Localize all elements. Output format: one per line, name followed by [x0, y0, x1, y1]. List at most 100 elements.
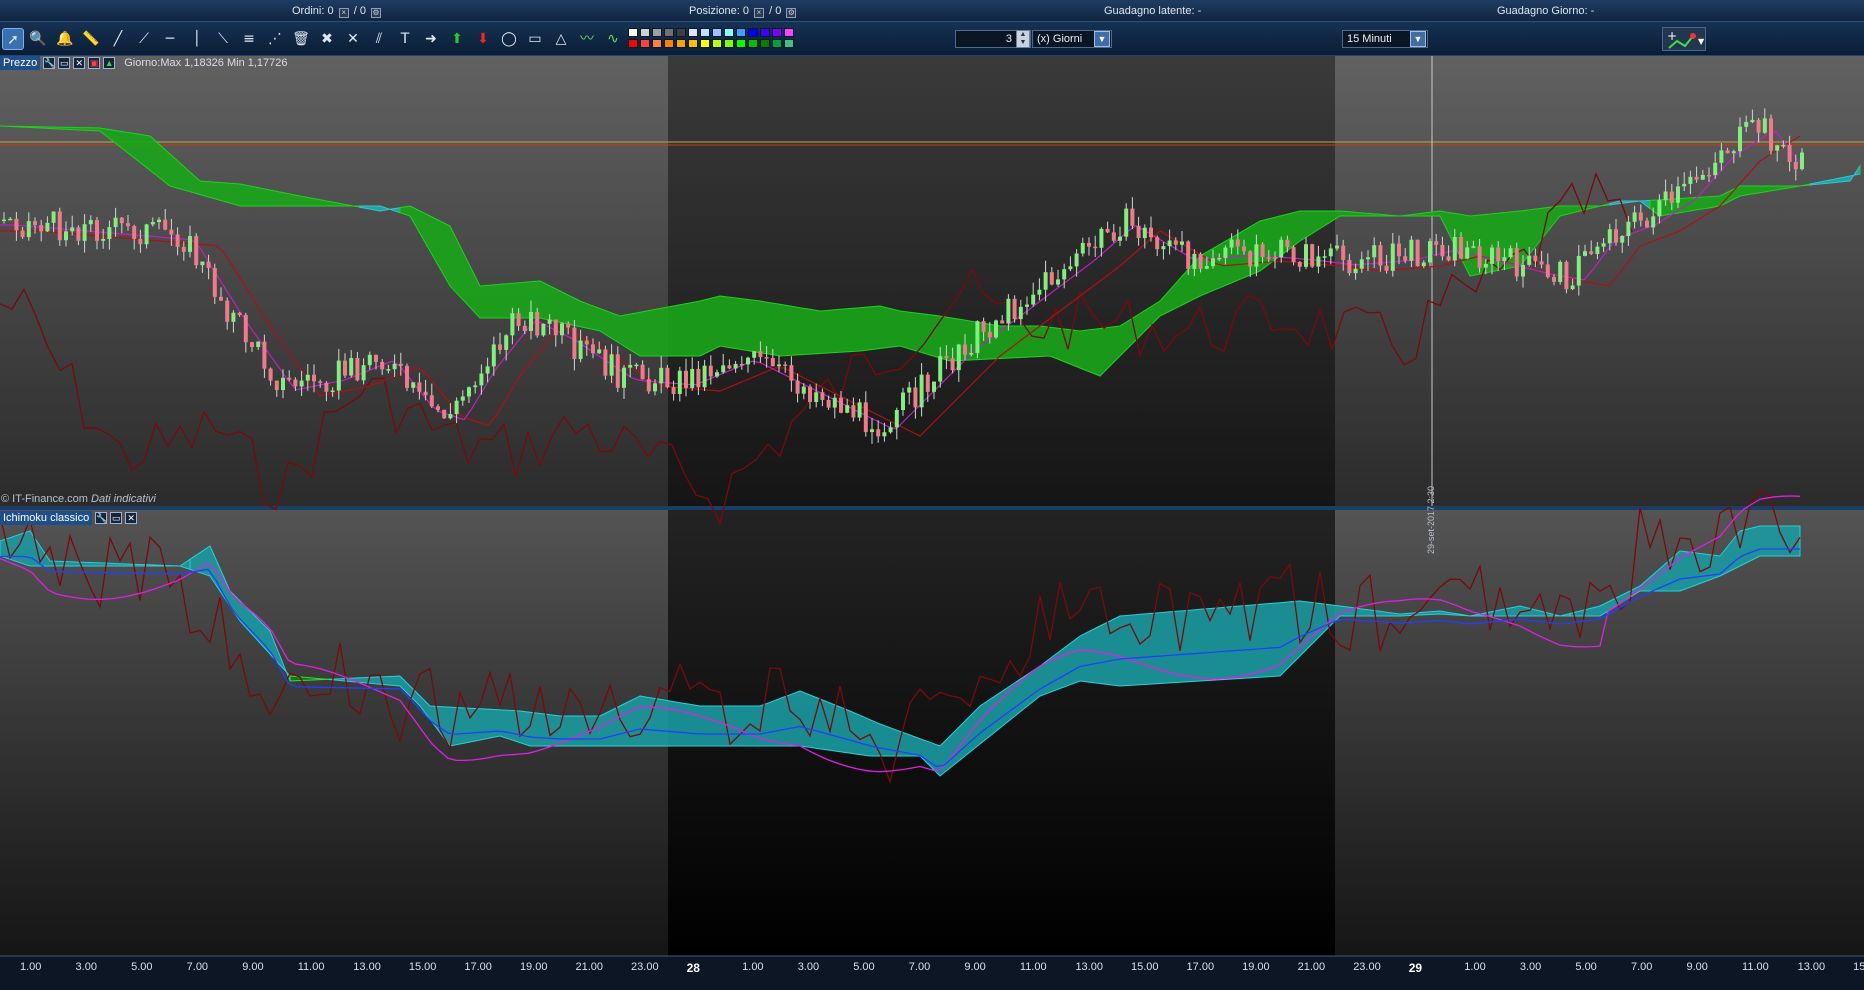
- candle-body: [14, 218, 19, 231]
- candle-body: [1018, 306, 1023, 320]
- candle-body: [361, 365, 366, 381]
- arrow-right-icon[interactable]: ➜: [420, 28, 442, 50]
- chart-canvas[interactable]: [0, 56, 1864, 990]
- candle-body: [1093, 246, 1098, 249]
- arrow-down-red-icon[interactable]: ⬇: [472, 28, 494, 50]
- color-swatch[interactable]: [736, 28, 746, 37]
- candle-body: [1105, 228, 1110, 233]
- color-swatch[interactable]: [712, 39, 722, 48]
- color-swatch[interactable]: [712, 28, 722, 37]
- candle-body: [1266, 257, 1271, 259]
- color-swatch[interactable]: [748, 39, 758, 48]
- trash-icon[interactable]: 🗑: [290, 28, 312, 50]
- candle-body: [1434, 241, 1439, 245]
- candle-body: [287, 377, 292, 380]
- candle-body: [603, 349, 608, 376]
- line-icon[interactable]: ╱: [107, 28, 129, 50]
- chart-area[interactable]: Prezzo 🔧 ▭ ✕ ▣ ▲ Giorno:Max 1,18326 Min …: [0, 56, 1864, 990]
- horizontal-line-icon[interactable]: ─: [159, 28, 181, 50]
- candle-body: [82, 224, 87, 241]
- color-swatch[interactable]: [724, 28, 734, 37]
- color-swatch[interactable]: [628, 28, 638, 37]
- color-swatch[interactable]: [772, 28, 782, 37]
- candle-body: [1366, 257, 1370, 260]
- candle-body: [1142, 227, 1147, 239]
- indicator-maximize-icon[interactable]: ▭: [110, 512, 123, 524]
- x-axis-tick-label: 3.00: [797, 961, 820, 973]
- position-close-icon[interactable]: ×: [754, 8, 765, 18]
- x-axis-tick-label: 9.00: [964, 961, 986, 973]
- color-swatch[interactable]: [700, 28, 710, 37]
- color-swatch[interactable]: [640, 39, 650, 48]
- fibonacci-extension-icon[interactable]: ⋰: [264, 28, 286, 50]
- orders-settings-icon[interactable]: ⚙: [371, 8, 382, 18]
- candle-body: [1279, 239, 1284, 258]
- color-swatch[interactable]: [784, 28, 794, 37]
- candle-body: [702, 365, 707, 388]
- color-swatch[interactable]: [652, 28, 662, 37]
- color-swatch[interactable]: [784, 39, 794, 48]
- indicator-close-icon[interactable]: ✕: [125, 512, 138, 524]
- parallel-channel-icon[interactable]: ⫽: [368, 28, 390, 50]
- x-axis-tick-label: 1.00: [1464, 961, 1486, 973]
- ruler-icon[interactable]: 📏: [80, 28, 102, 50]
- color-swatch[interactable]: [664, 39, 674, 48]
- candle-body: [529, 312, 533, 332]
- fibonacci-retracement-icon[interactable]: ≡: [238, 28, 260, 50]
- add-indicator-button[interactable]: + ▼: [1662, 27, 1706, 51]
- color-swatch[interactable]: [748, 28, 758, 37]
- period-stepper[interactable]: ▲ ▼: [1016, 30, 1030, 48]
- stepper-up-icon[interactable]: ▲: [1017, 31, 1029, 39]
- zoom-icon[interactable]: 🔍: [27, 28, 49, 50]
- color-swatch[interactable]: [640, 28, 650, 37]
- fibonacci-fan-icon[interactable]: ⟍: [212, 28, 234, 50]
- text-icon[interactable]: T: [394, 28, 416, 50]
- alert-bell-icon[interactable]: 🔔: [54, 28, 76, 50]
- color-swatch[interactable]: [676, 39, 686, 48]
- tools-icon[interactable]: ✖: [316, 28, 338, 50]
- candle-body: [1025, 304, 1029, 307]
- maximize-icon[interactable]: ▭: [58, 57, 71, 69]
- trendline-icon[interactable]: ⟋: [133, 28, 155, 50]
- rectangle-icon[interactable]: ▭: [524, 28, 546, 50]
- wave-icon[interactable]: ∿: [602, 28, 624, 50]
- color-swatch[interactable]: [688, 39, 698, 48]
- pointer-icon[interactable]: ➚: [2, 28, 24, 50]
- candle-body: [677, 370, 682, 395]
- candle-body: [460, 396, 465, 401]
- indicator-wrench-icon[interactable]: 🔧: [95, 512, 107, 524]
- color-swatch[interactable]: [688, 28, 698, 37]
- panel-separator[interactable]: [0, 506, 1864, 510]
- position-settings-icon[interactable]: ⚙: [786, 8, 797, 18]
- color-swatch[interactable]: [760, 28, 770, 37]
- interval-dropdown-icon[interactable]: ▼: [1410, 31, 1426, 47]
- color-swatch[interactable]: [676, 28, 686, 37]
- vertical-line-icon[interactable]: │: [186, 28, 208, 50]
- candle-body: [634, 364, 639, 367]
- minimize-red-icon[interactable]: ▣: [88, 57, 101, 69]
- candle-body: [33, 221, 37, 226]
- color-swatch[interactable]: [724, 39, 734, 48]
- wrench-icon[interactable]: 🔧: [43, 57, 55, 69]
- close-icon[interactable]: ✕: [73, 57, 86, 69]
- triangle-icon[interactable]: △: [550, 28, 572, 50]
- color-swatch[interactable]: [700, 39, 710, 48]
- cross-line-icon[interactable]: ✕: [342, 28, 364, 50]
- candle-body: [1273, 257, 1277, 259]
- color-swatch[interactable]: [664, 28, 674, 37]
- stepper-down-icon[interactable]: ▼: [1017, 39, 1029, 47]
- arrow-up-green-icon[interactable]: ⬆: [446, 28, 468, 50]
- candle-body: [1359, 259, 1364, 269]
- color-swatch[interactable]: [628, 39, 638, 48]
- move-panel-icon[interactable]: ▲: [103, 57, 116, 69]
- color-swatch[interactable]: [772, 39, 782, 48]
- polyline-icon[interactable]: 〰: [576, 28, 598, 50]
- candle-body: [1595, 246, 1600, 254]
- color-swatch[interactable]: [736, 39, 746, 48]
- ellipse-icon[interactable]: ◯: [498, 28, 520, 50]
- price-panel-name: Prezzo: [0, 56, 41, 70]
- color-swatch[interactable]: [652, 39, 662, 48]
- orders-close-icon[interactable]: ×: [338, 8, 349, 18]
- period-unit-dropdown-icon[interactable]: ▼: [1094, 31, 1110, 47]
- color-swatch[interactable]: [760, 39, 770, 48]
